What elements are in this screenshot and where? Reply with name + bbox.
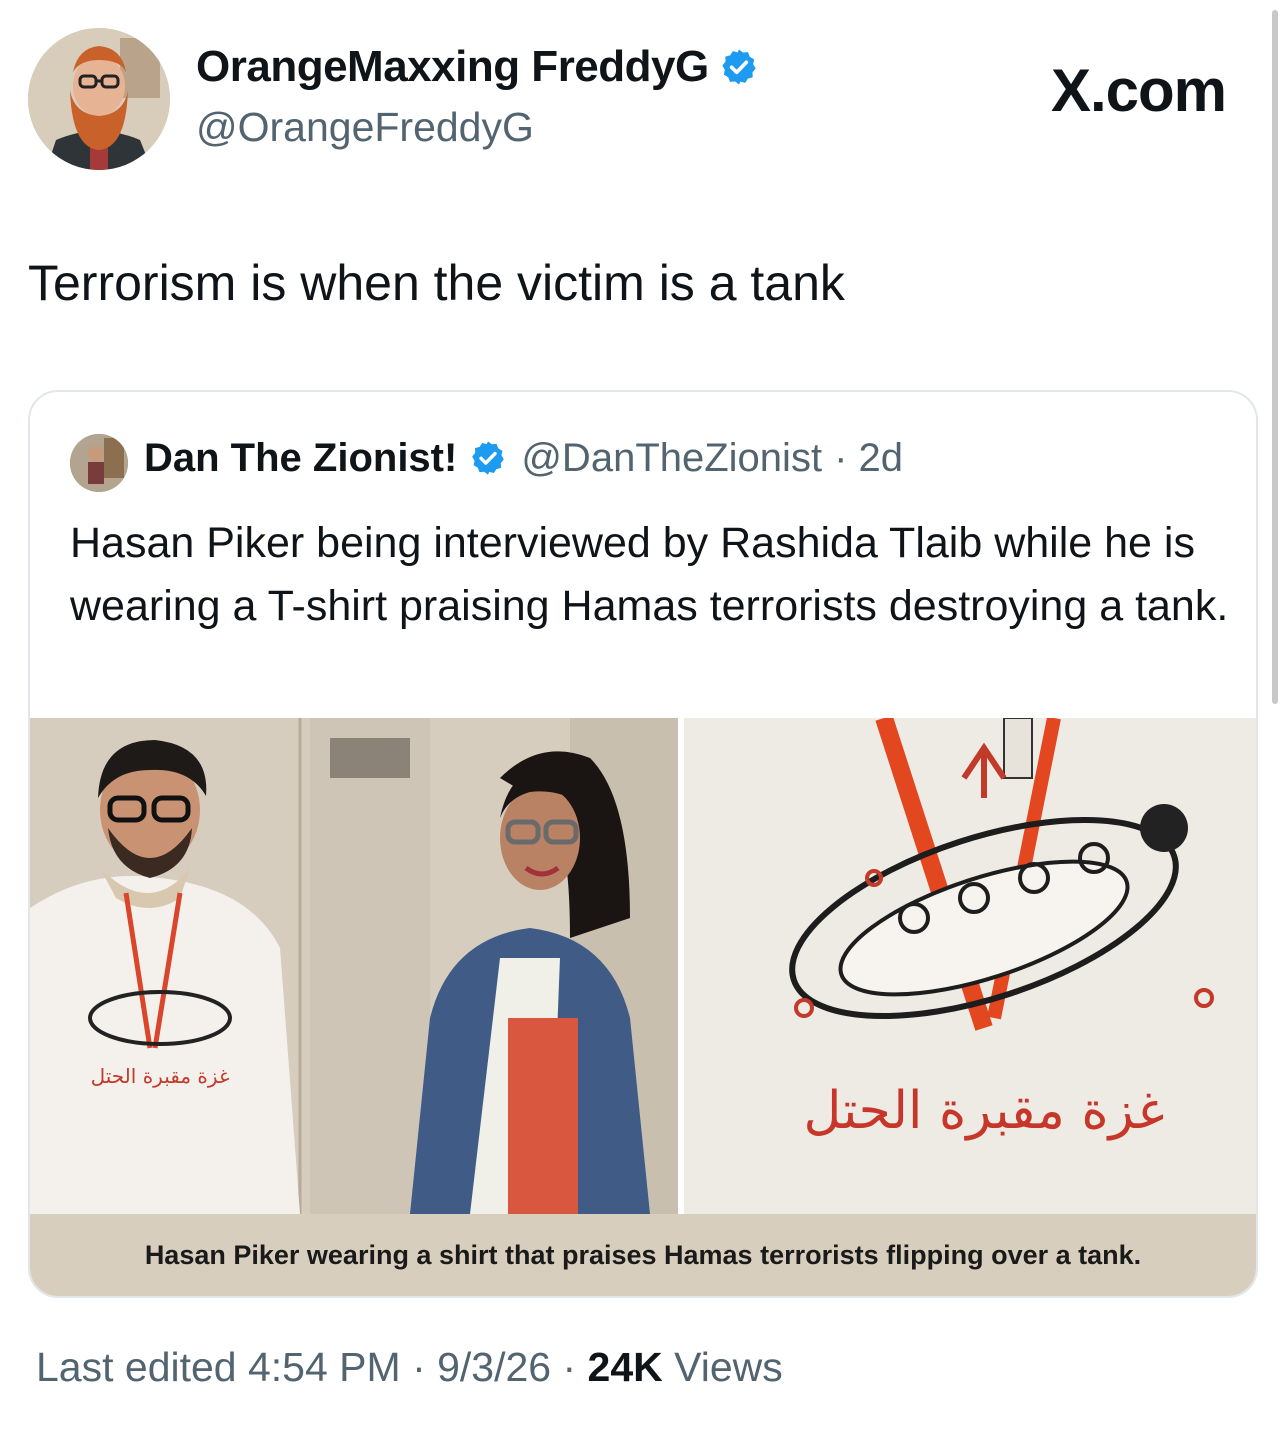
shirt-text-small: غزة مقبرة الحتل (91, 1064, 230, 1088)
photo-interview[interactable]: غزة مقبرة الحتل (30, 718, 678, 1214)
footer-separator: · (551, 1344, 588, 1390)
quoted-tweet-media[interactable]: غزة مقبرة الحتل غزة مقبرة الحتل Hasan Pi… (30, 718, 1256, 1296)
photo-shirt-closeup[interactable]: غزة مقبرة الحتل (684, 718, 1256, 1214)
views-label: Views (662, 1344, 783, 1390)
verified-badge-icon (469, 439, 509, 479)
quoted-tweet-text: Hasan Piker being interviewed by Rashida… (70, 519, 1229, 630)
tweet-text: Terrorism is when the victim is a tank (28, 255, 845, 311)
x-brand-logo: X.com (1050, 57, 1227, 124)
scrollbar[interactable] (1272, 10, 1278, 704)
author-name[interactable]: OrangeMaxxing FreddyG (196, 42, 709, 92)
author-handle[interactable]: @OrangeFreddyG (196, 104, 534, 151)
quoted-author-handle[interactable]: @DanTheZionist (521, 436, 822, 481)
quoted-tweet-header: Dan The Zionist! @DanTheZionist · 2d (144, 436, 903, 481)
tweet-footer: Last edited 4:54 PM · 9/3/26 · 24K Views (36, 1344, 783, 1391)
edited-timestamp[interactable]: Last edited 4:54 PM · 9/3/26 (36, 1344, 551, 1390)
verified-badge-icon (719, 47, 759, 87)
views-count: 24K (587, 1344, 663, 1390)
quoted-tweet-card[interactable]: Dan The Zionist! @DanTheZionist · 2d Has… (28, 390, 1258, 1298)
quoted-author-avatar[interactable] (70, 434, 128, 492)
quoted-author-name[interactable]: Dan The Zionist! (144, 436, 457, 481)
author-name-row[interactable]: OrangeMaxxing FreddyG (196, 42, 759, 92)
image-caption: Hasan Piker wearing a shirt that praises… (144, 1239, 1142, 1270)
shirt-text-large: غزة مقبرة الحتل (804, 1081, 1165, 1141)
image-caption-bar: Hasan Piker wearing a shirt that praises… (30, 1214, 1256, 1296)
quoted-tweet-time[interactable]: · 2d (834, 436, 903, 481)
author-avatar[interactable] (28, 28, 170, 170)
